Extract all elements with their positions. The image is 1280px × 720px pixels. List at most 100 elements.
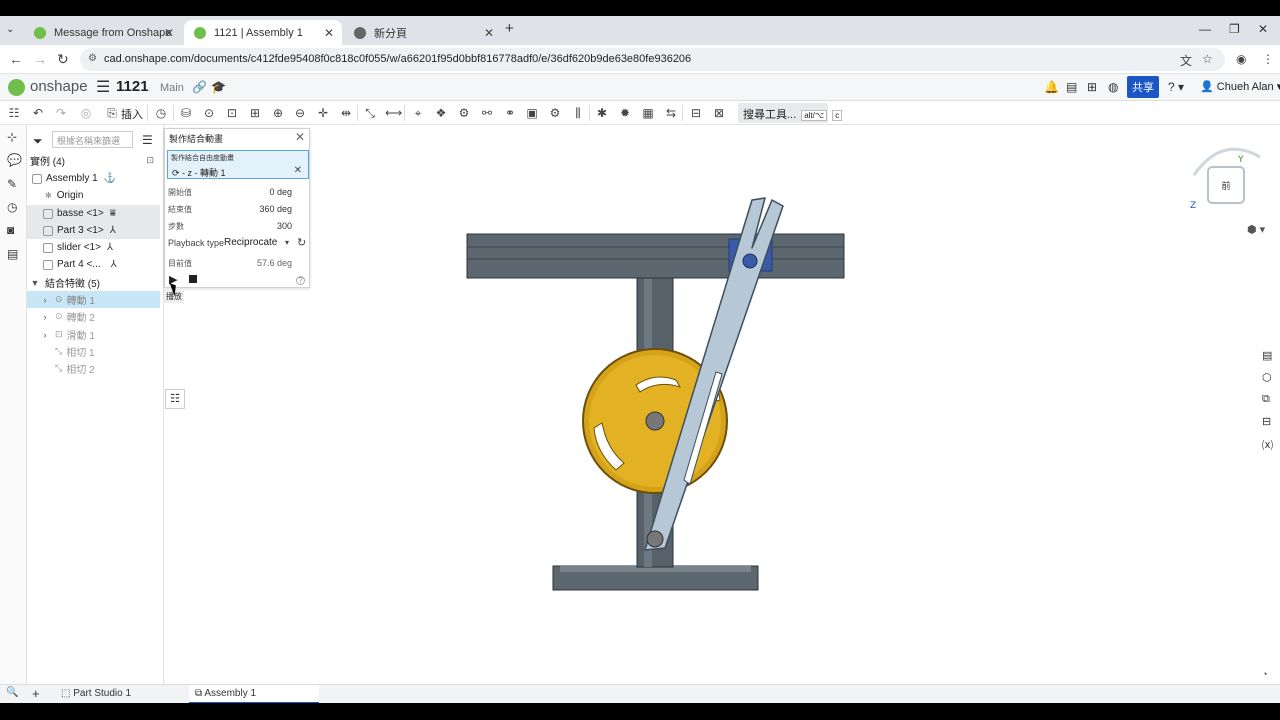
mate-item-tangent2[interactable]: ⤡ 相切 2 (27, 360, 160, 377)
tree-item-slider[interactable]: slider <1> ⅄ (27, 239, 160, 256)
linear-relation-icon[interactable]: ▣ (524, 105, 540, 121)
mate-item-revolute1[interactable]: › ⊙ 轉動 1 (27, 291, 160, 308)
view-options-icon[interactable]: ⬢ ▾ (1247, 223, 1265, 236)
site-info-icon[interactable]: ⚙ (88, 53, 97, 64)
tree-item-part4[interactable]: Part 4 <... ⅄ (27, 256, 160, 273)
measure-icon[interactable]: ⊟ (688, 105, 704, 121)
redo-icon[interactable]: ↷ (53, 105, 69, 121)
variables-icon[interactable]: ⒳ (1262, 437, 1273, 453)
graphics-viewport[interactable]: 前 Y Z ⬢ ▾ (164, 125, 1280, 685)
animate-mate-icon[interactable]: ✹ (617, 105, 633, 121)
end-value[interactable]: 360 deg (259, 204, 292, 214)
linear-pattern-icon[interactable]: ⚙ (547, 105, 563, 121)
tree-item-part3[interactable]: Part 3 <1> ⅄ (27, 222, 160, 239)
tree-item-assembly[interactable]: Assembly 1 ⚓ (27, 170, 160, 187)
tab-part-studio[interactable]: ⬚ Part Studio 1 (55, 685, 185, 704)
mate-selection-box[interactable]: 製作結合自由度動畫 ⟳ - z - 轉動 1 ✕ (167, 150, 309, 179)
top-beam[interactable] (466, 233, 845, 279)
chevron-down-icon[interactable]: ▼ (29, 278, 41, 288)
replicate-icon[interactable]: ⇆ (663, 105, 679, 121)
gear-relation-icon[interactable]: ⚙ (456, 105, 472, 121)
address-bar[interactable]: ⚙ cad.onshape.com/documents/c412fde95408… (80, 48, 1225, 71)
document-name[interactable]: 1121 (116, 78, 149, 95)
bookmark-star-icon[interactable]: ☆ (1202, 52, 1213, 66)
insert-button[interactable]: 插入 (121, 106, 143, 122)
bom-panel-icon[interactable]: ⊟ (1262, 415, 1271, 428)
cylindrical-mate-icon[interactable]: ⊕ (270, 105, 286, 121)
selected-mate-value[interactable]: ⟳ - z - 轉動 1 (172, 166, 226, 179)
steps-row[interactable]: 步數 300 (168, 221, 292, 235)
tree-item-basse[interactable]: basse <1> ⩸ (27, 205, 160, 222)
share-button[interactable]: 共享 (1127, 76, 1159, 98)
tree-item-origin[interactable]: ✻ Origin (27, 187, 160, 204)
new-tab-button[interactable]: + (505, 20, 514, 37)
search-tools-field[interactable]: 搜尋工具... alt/⌥ c (738, 103, 843, 123)
replace-icon[interactable]: ◷ (153, 105, 169, 121)
list-view-icon[interactable]: ☰ (142, 133, 153, 147)
start-value-row[interactable]: 開始值 0 deg (168, 187, 292, 201)
history-icon[interactable]: ◷ (7, 200, 17, 214)
stop-button[interactable] (189, 275, 197, 283)
chevron-right-icon[interactable]: › (39, 312, 51, 322)
undo-icon[interactable]: ↶ (30, 105, 46, 121)
mate-features-header[interactable]: ▼ 結合特徵 (5) (27, 274, 160, 291)
slider-mate-icon[interactable]: ⊡ (224, 105, 240, 121)
fastened-mate-icon[interactable]: ⛁ (178, 105, 194, 121)
forward-icon[interactable]: → (33, 51, 47, 67)
explode-icon[interactable]: ✱ (594, 105, 610, 121)
close-tab-icon[interactable]: ✕ (164, 26, 174, 40)
feature-list-icon[interactable]: ☷ (6, 105, 22, 121)
start-value[interactable]: 0 deg (269, 187, 292, 197)
browser-tab-assembly[interactable]: 1121 | Assembly 1 ✕ (184, 20, 342, 45)
view-settings-icon[interactable]: ◔ (1262, 669, 1267, 679)
chevron-down-icon[interactable]: ▾ (285, 238, 289, 247)
edit-properties-icon[interactable]: ✎ (7, 177, 17, 191)
mate-item-slider1[interactable]: › ⊡ 滑動 1 (27, 326, 160, 343)
link-icon[interactable]: 🔗 (192, 80, 207, 94)
chevron-right-icon[interactable]: › (39, 295, 51, 305)
mate-item-revolute2[interactable]: › ⊙ 轉動 2 (27, 308, 160, 325)
browser-tab-newtab[interactable]: 新分頁 ✕ (344, 20, 502, 45)
rack-pinion-icon[interactable]: ⚯ (479, 105, 495, 121)
browser-menu-icon[interactable]: ⋮ (1262, 52, 1274, 66)
pin-slot-mate-icon[interactable]: ⊖ (292, 105, 308, 121)
close-window-button[interactable]: ✕ (1258, 22, 1268, 36)
circular-pattern-icon[interactable]: ⫼ (570, 105, 586, 121)
reload-icon[interactable]: ↻ (57, 51, 69, 68)
add-tab-icon[interactable]: + (32, 686, 40, 701)
app-store-icon[interactable]: ⊞ (1087, 80, 1097, 94)
group-icon[interactable]: ❖ (433, 105, 449, 121)
assembly-model[interactable] (164, 125, 1280, 685)
clear-selection-icon[interactable]: ✕ (294, 165, 302, 176)
parallel-mate-icon[interactable]: ⇹ (338, 105, 354, 121)
learning-center-icon[interactable]: ◍ (1108, 80, 1118, 94)
end-value-row[interactable]: 結束值 360 deg (168, 204, 292, 218)
menu-icon[interactable]: ☰ (96, 77, 110, 97)
browser-tab-message[interactable]: Message from Onshape ✕ (24, 20, 182, 45)
close-tab-icon[interactable]: ✕ (324, 26, 334, 40)
close-tab-icon[interactable]: ✕ (484, 26, 494, 40)
onshape-logo-icon[interactable] (8, 79, 25, 96)
filter-icon[interactable]: ⏷ (33, 134, 43, 149)
translate-icon[interactable]: 文 (1180, 52, 1192, 69)
sync-icon[interactable]: ◎ (78, 105, 94, 121)
tab-list-icon[interactable]: ⌄ (6, 24, 14, 35)
section-view-icon[interactable]: ⊠ (711, 105, 727, 121)
mate-connector-icon[interactable]: ⌖ (410, 105, 426, 121)
appearance-icon[interactable]: ⬡ (1262, 371, 1272, 384)
mate-feature-panel-icon[interactable]: ⧉ (1262, 393, 1270, 406)
help-icon[interactable]: ? ▾ (1168, 80, 1184, 94)
tab-assembly[interactable]: ⧉ Assembly 1 (189, 685, 319, 704)
steps-value[interactable]: 300 (277, 221, 292, 231)
close-icon[interactable]: ✕ (295, 130, 305, 144)
width-mate-icon[interactable]: ⟷ (385, 105, 402, 121)
tree-filter-input[interactable]: 根據名稱來篩選 (52, 131, 133, 148)
maximize-button[interactable]: ❐ (1229, 22, 1240, 36)
instances-header[interactable]: 實例 (4) ⊡ (27, 152, 160, 169)
profile-icon[interactable]: ◉ (1236, 52, 1246, 66)
search-tabs-icon[interactable]: 🔍 (6, 687, 18, 698)
search-part-icon[interactable]: ◙ (7, 223, 14, 237)
minimize-button[interactable]: — (1199, 22, 1211, 36)
mate-item-tangent1[interactable]: ⤡ 相切 1 (27, 343, 160, 360)
bom-icon[interactable]: ▦ (640, 105, 656, 121)
